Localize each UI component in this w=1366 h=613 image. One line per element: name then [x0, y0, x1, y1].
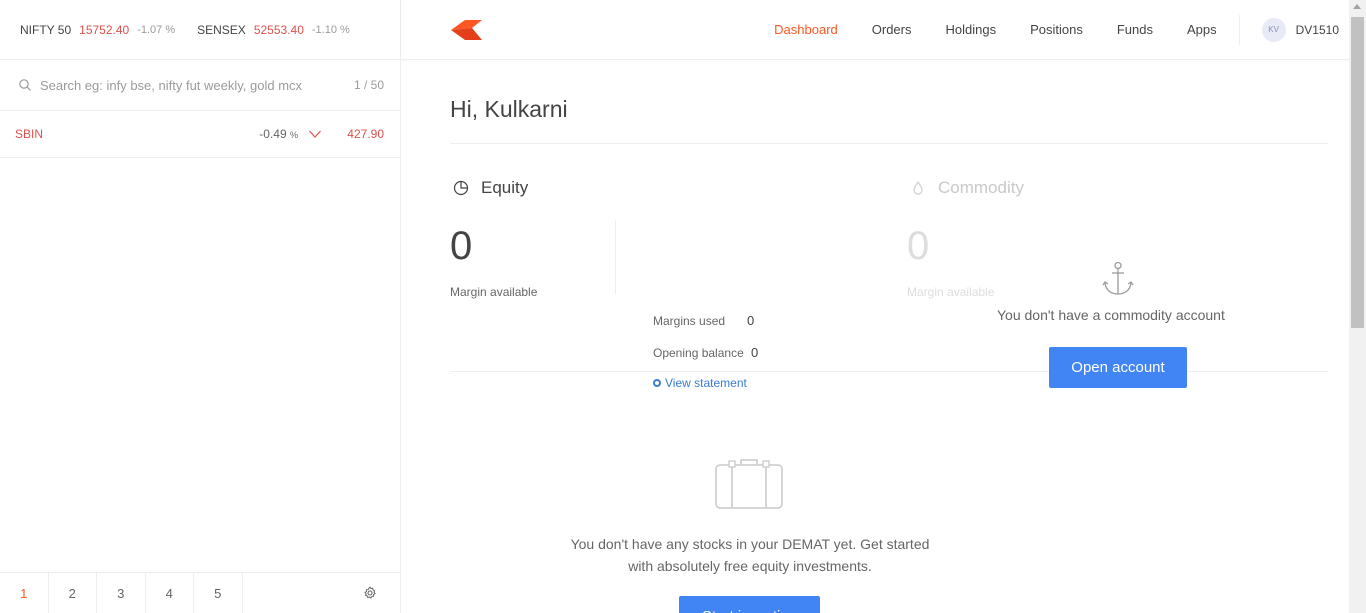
briefcase-icon: [715, 459, 783, 509]
equity-margin-available: 0: [450, 224, 473, 268]
avatar[interactable]: KV: [1261, 17, 1286, 42]
watchlist-tabs: 1 2 3 4 5: [0, 572, 400, 613]
gear-icon: [364, 586, 376, 599]
watchlist-tab-5[interactable]: 5: [194, 573, 243, 613]
scroll-up-arrow-icon[interactable]: [1353, 4, 1361, 9]
scroll-thumb[interactable]: [1351, 17, 1364, 328]
commodity-title: Commodity: [910, 178, 1024, 198]
index-sensex[interactable]: SENSEX 52553.40 -1.10 %: [197, 23, 350, 37]
droplet-icon: [913, 180, 923, 195]
nav-apps[interactable]: Apps: [1187, 22, 1217, 37]
instrument-search: 1 / 50: [0, 60, 400, 111]
watchlist-tab-3[interactable]: 3: [97, 573, 146, 613]
index-change: -1.07 %: [137, 23, 176, 36]
nav-divider: [1238, 14, 1240, 45]
commodity-margin-available-label: Margin available: [907, 285, 995, 299]
page-scrollbar[interactable]: [1349, 0, 1366, 613]
margin-segments: Equity 0 Margin available Margins used 0…: [450, 144, 1328, 390]
marketwatch-panel: NIFTY 50 15752.40 -1.07 % SENSEX 52553.4…: [0, 0, 401, 613]
commodity-title-text: Commodity: [938, 178, 1024, 197]
dashboard-main: Hi, Kulkarni Equity 0 Margin available M…: [450, 61, 1328, 613]
index-value: 52553.40: [253, 22, 304, 37]
holdings-empty-state: You don't have any stocks in your DEMAT …: [450, 372, 1328, 613]
user-id[interactable]: DV1510: [1296, 23, 1339, 37]
app-root: NIFTY 50 15752.40 -1.07 % SENSEX 52553.4…: [0, 0, 1366, 613]
watchlist-count: 1 / 50: [353, 78, 384, 92]
main-nav: Dashboard Orders Holdings Positions Fund…: [774, 0, 1349, 59]
anchor-icon: [1102, 261, 1134, 295]
watchlist-tab-2[interactable]: 2: [49, 573, 97, 613]
watchlist-change: -0.49 %: [259, 127, 298, 141]
equity-divider: [615, 220, 616, 294]
chevron-down-icon: [309, 130, 321, 138]
commodity-margin-available: 0: [907, 224, 930, 268]
equity-title: Equity: [453, 178, 528, 198]
index-name: NIFTY 50: [20, 22, 72, 37]
index-value: 15752.40: [79, 22, 130, 37]
nav-dashboard[interactable]: Dashboard: [774, 22, 838, 37]
watchlist-tab-4[interactable]: 4: [146, 573, 194, 613]
watchlist-tab-1[interactable]: 1: [0, 573, 49, 613]
index-change: -1.10 %: [311, 23, 350, 36]
index-name: SENSEX: [197, 22, 246, 37]
index-nifty[interactable]: NIFTY 50 15752.40 -1.07 %: [20, 23, 175, 37]
nav-orders[interactable]: Orders: [872, 22, 912, 37]
margins-used-value: 0: [747, 313, 755, 328]
pie-chart-icon: [453, 180, 469, 196]
nav-positions[interactable]: Positions: [1030, 22, 1083, 37]
margins-used-label: Margins used: [653, 314, 726, 328]
search-input[interactable]: [40, 77, 354, 93]
indices-bar: NIFTY 50 15752.40 -1.07 % SENSEX 52553.4…: [0, 0, 400, 60]
top-header: Dashboard Orders Holdings Positions Fund…: [401, 0, 1349, 60]
watchlist-symbol: SBIN: [15, 127, 44, 141]
holdings-empty-message: You don't have any stocks in your DEMAT …: [570, 536, 930, 574]
search-icon: [19, 79, 31, 91]
watchlist-ltp: 427.90: [347, 127, 384, 141]
start-investing-button[interactable]: Start investing: [679, 596, 820, 613]
opening-balance-label: Opening balance: [653, 346, 744, 360]
nav-funds[interactable]: Funds: [1117, 22, 1153, 37]
equity-title-text: Equity: [481, 178, 529, 197]
opening-balance-value: 0: [751, 345, 759, 360]
page-title: Hi, Kulkarni: [450, 96, 1328, 144]
kite-logo-icon[interactable]: [451, 19, 483, 40]
watchlist-item[interactable]: SBIN -0.49 % 427.90: [0, 111, 400, 158]
no-commodity-account-message: You don't have a commodity account: [997, 307, 1225, 323]
settings-button[interactable]: [340, 573, 400, 613]
nav-holdings[interactable]: Holdings: [946, 22, 997, 37]
equity-margin-available-label: Margin available: [450, 285, 538, 299]
